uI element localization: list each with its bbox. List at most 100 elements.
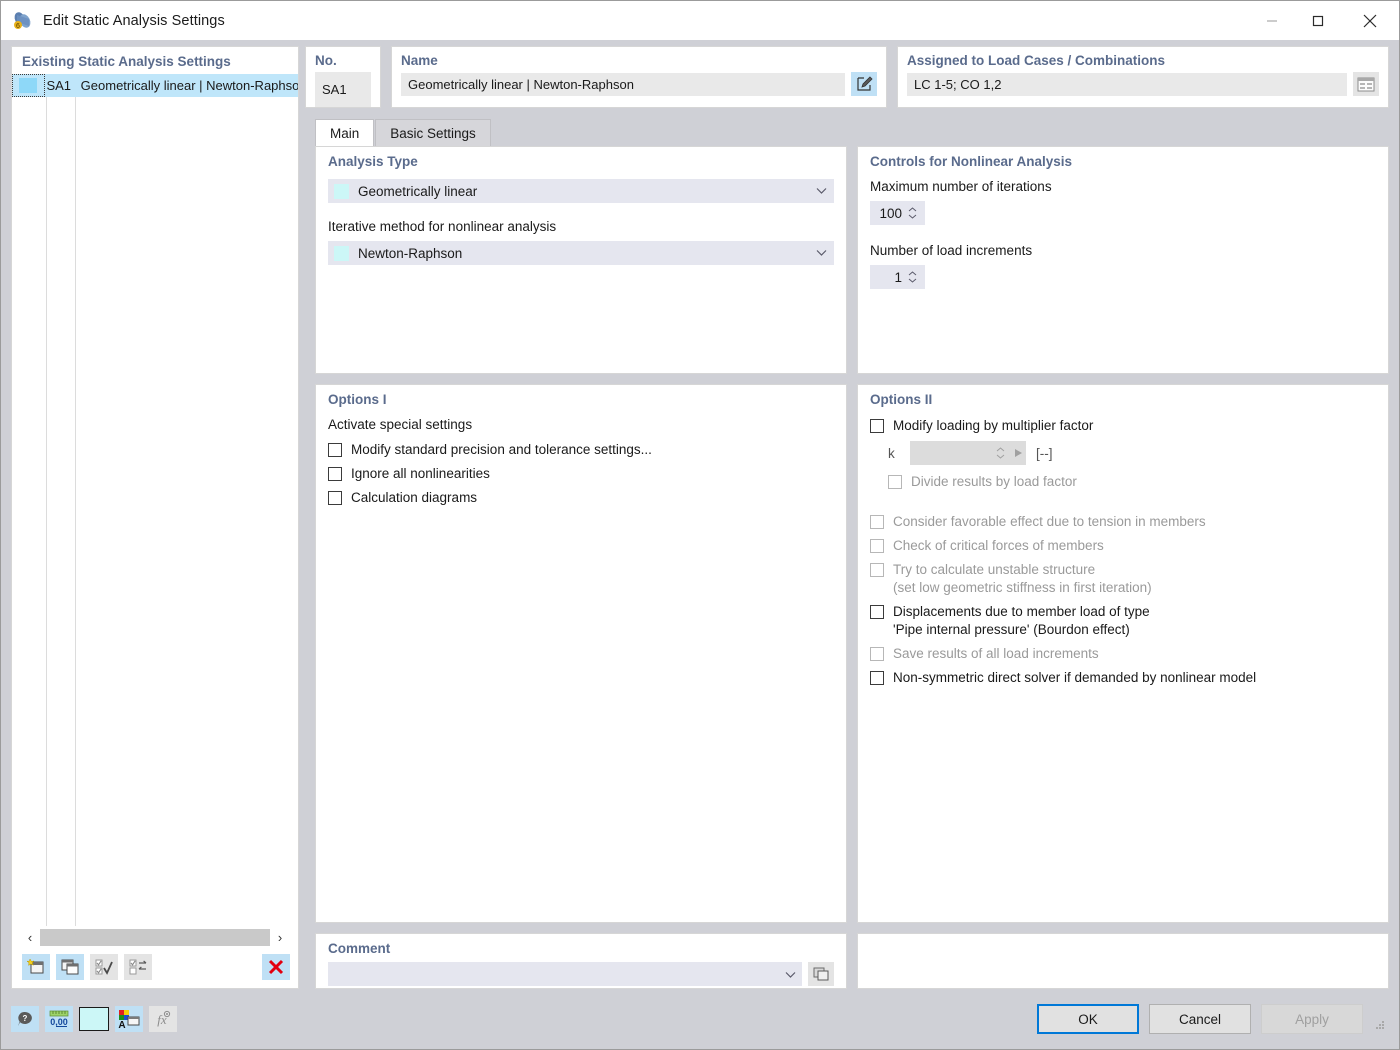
chevron-down-icon <box>908 214 917 219</box>
analysis-type-color-swatch <box>334 184 349 199</box>
checkbox-ignore-nonlinearities[interactable]: Ignore all nonlinearities <box>328 465 834 483</box>
horizontal-scrollbar[interactable]: ‹ › <box>18 926 292 948</box>
load-cases-table-icon[interactable] <box>1353 72 1379 96</box>
checkbox-bourdon-effect[interactable]: Displacements due to member load of type… <box>870 603 1376 639</box>
dialog-footer: ? 0,00 A <box>1 989 1399 1049</box>
comment-library-icon[interactable] <box>808 962 834 986</box>
comment-group: Comment <box>315 933 847 989</box>
checkbox-box <box>870 647 884 661</box>
checkbox-box[interactable] <box>870 605 884 619</box>
select-all-button[interactable] <box>90 954 118 980</box>
existing-settings-panel: Existing Static Analysis Settings SA1 Ge… <box>11 46 299 989</box>
table-row[interactable]: SA1 Geometrically linear | Newton-Raphso… <box>12 74 298 97</box>
chevron-up-icon <box>996 447 1005 452</box>
checkbox-unstable-structure: Try to calculate unstable structure (set… <box>870 561 1376 597</box>
minimize-icon[interactable] <box>1249 1 1295 40</box>
checkbox-favorable-tension: Consider favorable effect due to tension… <box>870 513 1376 531</box>
checkbox-nonsymmetric-solver[interactable]: Non-symmetric direct solver if demanded … <box>870 669 1376 687</box>
right-column: Controls for Nonlinear Analysis Maximum … <box>857 146 1389 989</box>
rename-pencil-icon[interactable] <box>851 72 877 96</box>
checkbox-divide-results: Divide results by load factor <box>888 473 1376 491</box>
delete-settings-button[interactable] <box>262 954 290 980</box>
checkbox-box <box>870 539 884 553</box>
help-bubble-icon[interactable]: ? <box>11 1006 39 1032</box>
chevron-down-icon[interactable] <box>813 187 829 195</box>
controls-title: Controls for Nonlinear Analysis <box>870 154 1376 169</box>
load-increments-stepper[interactable]: 1 <box>870 265 925 289</box>
copy-settings-button[interactable] <box>56 954 84 980</box>
row-color-cell[interactable] <box>12 74 45 97</box>
color-swatch-icon[interactable] <box>79 1007 109 1031</box>
max-iterations-value[interactable]: 100 <box>870 206 908 221</box>
comment-input[interactable] <box>328 962 802 986</box>
tab-main[interactable]: Main <box>315 119 374 146</box>
close-icon[interactable] <box>1341 1 1399 40</box>
checkbox-box[interactable] <box>870 671 884 685</box>
checkbox-box[interactable] <box>870 419 884 433</box>
checkbox-label: Save results of all load increments <box>893 645 1099 663</box>
max-iterations-stepper[interactable]: 100 <box>870 201 925 225</box>
name-field-box: Name Geometrically linear | Newton-Raphs… <box>391 46 887 108</box>
assigned-field-box: Assigned to Load Cases / Combinations LC… <box>897 46 1389 108</box>
checkbox-modify-loading[interactable]: Modify loading by multiplier factor <box>870 417 1376 435</box>
no-field-box: No. SA1 <box>305 46 381 108</box>
ok-button[interactable]: OK <box>1037 1004 1139 1034</box>
checkbox-box[interactable] <box>328 443 342 457</box>
load-increments-value[interactable]: 1 <box>870 270 908 285</box>
chevron-down-icon[interactable] <box>813 249 829 257</box>
no-input[interactable]: SA1 <box>315 72 371 107</box>
name-label: Name <box>401 53 877 68</box>
checkbox-label: Modify standard precision and tolerance … <box>351 441 652 459</box>
name-input[interactable]: Geometrically linear | Newton-Raphson <box>401 73 845 96</box>
checkbox-label: Check of critical forces of members <box>893 537 1104 555</box>
checkbox-modify-precision[interactable]: Modify standard precision and tolerance … <box>328 441 834 459</box>
options-2-title: Options II <box>870 392 1376 407</box>
max-iterations-label: Maximum number of iterations <box>870 179 1376 194</box>
options-2-group: Options II Modify loading by multiplier … <box>857 384 1389 923</box>
scroll-left-icon[interactable]: ‹ <box>20 928 40 946</box>
tab-basic-settings[interactable]: Basic Settings <box>375 119 491 146</box>
checkbox-save-load-increments: Save results of all load increments <box>870 645 1376 663</box>
assigned-input[interactable]: LC 1-5; CO 1,2 <box>907 73 1347 96</box>
chevron-down-icon <box>996 454 1005 459</box>
checkbox-box[interactable] <box>328 491 342 505</box>
display-properties-icon[interactable]: A <box>115 1006 143 1032</box>
resize-grip[interactable] <box>1375 1018 1385 1028</box>
scroll-right-icon[interactable]: › <box>270 928 290 946</box>
scroll-thumb[interactable] <box>40 929 270 946</box>
invert-selection-button[interactable] <box>124 954 152 980</box>
row-color-swatch <box>19 78 37 93</box>
iterative-method-select[interactable]: Newton-Raphson <box>328 241 834 265</box>
chevron-down-icon[interactable] <box>785 967 796 982</box>
analysis-type-title: Analysis Type <box>328 154 834 169</box>
options-1-group: Options I Activate special settings Modi… <box>315 384 847 923</box>
assigned-label: Assigned to Load Cases / Combinations <box>907 53 1379 68</box>
settings-grid[interactable]: SA1 Geometrically linear | Newton-Raphso… <box>12 74 298 926</box>
new-settings-button[interactable] <box>22 954 50 980</box>
stepper-arrows[interactable] <box>908 207 922 219</box>
checkbox-label: Modify loading by multiplier factor <box>893 417 1093 435</box>
dialog-body: Existing Static Analysis Settings SA1 Ge… <box>1 40 1399 989</box>
comment-title: Comment <box>328 941 834 956</box>
units-0-00-icon[interactable]: 0,00 <box>45 1006 73 1032</box>
existing-settings-title: Existing Static Analysis Settings <box>12 47 298 74</box>
settings-list[interactable]: SA1 Geometrically linear | Newton-Raphso… <box>12 74 298 926</box>
checkbox-label: Ignore all nonlinearities <box>351 465 490 483</box>
svg-text:fx: fx <box>157 1012 167 1027</box>
checkbox-label-line2: 'Pipe internal pressure' (Bourdon effect… <box>893 621 1150 639</box>
cancel-button[interactable]: Cancel <box>1149 1004 1251 1034</box>
checkbox-box[interactable] <box>328 467 342 481</box>
checkbox-calculation-diagrams[interactable]: Calculation diagrams <box>328 489 834 507</box>
analysis-type-select[interactable]: Geometrically linear <box>328 179 834 203</box>
checkbox-label: Try to calculate unstable structure <box>893 561 1152 579</box>
options-1-title: Options I <box>328 392 834 407</box>
row-no: SA1 <box>45 78 73 93</box>
k-label: k <box>888 446 900 461</box>
k-factor-row: k [--] <box>888 441 1376 465</box>
dialog-window: 6 Edit Static Analysis Settings Existing… <box>0 0 1400 1050</box>
footer-tools: ? 0,00 A <box>11 1006 177 1032</box>
stepper-arrows[interactable] <box>908 271 922 283</box>
checkbox-label: Displacements due to member load of type <box>893 603 1150 621</box>
static-analysis-icon: 6 <box>12 10 34 32</box>
maximize-icon[interactable] <box>1295 1 1341 40</box>
